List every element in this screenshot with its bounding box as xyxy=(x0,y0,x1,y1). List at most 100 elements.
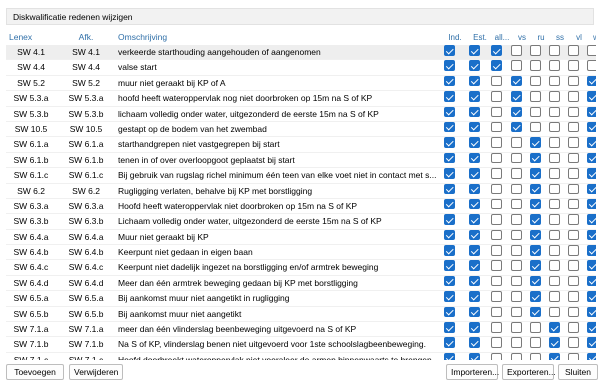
checkbox-ws[interactable] xyxy=(587,152,596,164)
table-row[interactable]: SW 7.1.b SW 7.1.b Na S of KP, vlinderslag … xyxy=(6,337,596,353)
checkbox-ru[interactable] xyxy=(530,214,541,225)
table-row[interactable]: SW 6.2 SW 6.2 Rugligging verlaten, behalve… xyxy=(6,183,596,199)
checkbox-vl[interactable] xyxy=(568,275,579,287)
checkbox-ind[interactable] xyxy=(444,198,455,210)
checkbox-ss[interactable] xyxy=(549,306,560,318)
checkbox-ss[interactable] xyxy=(549,60,560,71)
checkbox-vs[interactable] xyxy=(511,152,522,164)
checkbox-ss[interactable] xyxy=(549,214,560,225)
checkbox-all[interactable] xyxy=(491,152,502,164)
checkbox-ind[interactable] xyxy=(444,183,455,195)
checkbox-all[interactable] xyxy=(491,229,502,241)
checkbox-vl[interactable] xyxy=(568,60,579,71)
checkbox-ind[interactable] xyxy=(444,337,455,348)
column-header-all[interactable]: all... xyxy=(494,30,510,45)
checkbox-ind[interactable] xyxy=(444,306,455,318)
checkbox-ss[interactable] xyxy=(549,106,560,118)
checkbox-est[interactable] xyxy=(469,214,480,225)
checkbox-vl[interactable] xyxy=(568,168,579,179)
checkbox-vl[interactable] xyxy=(568,260,579,271)
checkbox-ws[interactable] xyxy=(587,183,596,195)
checkbox-est[interactable] xyxy=(469,245,480,256)
checkbox-all[interactable] xyxy=(491,337,502,348)
column-header-est[interactable]: Est. xyxy=(472,30,488,45)
checkbox-ws[interactable] xyxy=(587,168,596,179)
checkbox-ind[interactable] xyxy=(444,260,455,271)
table-row[interactable]: SW 6.4.a SW 6.4.a Muur niet geraakt bij KP xyxy=(6,229,596,246)
checkbox-est[interactable] xyxy=(469,291,480,302)
checkbox-ru[interactable] xyxy=(530,337,541,348)
table-row[interactable]: SW 4.1 SW 4.1 verkeerde starthouding aange… xyxy=(6,45,596,61)
table-row[interactable]: SW 5.3.b SW 5.3.b lichaam volledig onder w… xyxy=(6,106,596,122)
checkbox-vl[interactable] xyxy=(568,152,579,164)
checkbox-all[interactable] xyxy=(491,275,502,287)
checkbox-vl[interactable] xyxy=(568,137,579,148)
checkbox-ru[interactable] xyxy=(530,106,541,118)
checkbox-ss[interactable] xyxy=(549,121,560,133)
checkbox-ss[interactable] xyxy=(549,352,560,360)
checkbox-est[interactable] xyxy=(469,275,480,287)
checkbox-all[interactable] xyxy=(491,75,502,87)
checkbox-ru[interactable] xyxy=(530,198,541,210)
checkbox-ss[interactable] xyxy=(549,260,560,271)
checkbox-all[interactable] xyxy=(491,352,502,360)
checkbox-est[interactable] xyxy=(469,60,480,71)
checkbox-ss[interactable] xyxy=(549,137,560,148)
checkbox-ind[interactable] xyxy=(444,275,455,287)
checkbox-vs[interactable] xyxy=(511,245,522,256)
checkbox-vs[interactable] xyxy=(511,91,522,102)
checkbox-ws[interactable] xyxy=(587,75,596,87)
checkbox-vl[interactable] xyxy=(568,229,579,241)
checkbox-est[interactable] xyxy=(469,260,480,271)
checkbox-ws[interactable] xyxy=(587,60,596,71)
checkbox-ind[interactable] xyxy=(444,352,455,360)
checkbox-vl[interactable] xyxy=(568,75,579,87)
checkbox-ss[interactable] xyxy=(549,337,560,348)
checkbox-ss[interactable] xyxy=(549,168,560,179)
table-row[interactable]: SW 10.5 SW 10.5 gestapt op de bodem van he… xyxy=(6,121,596,138)
checkbox-vs[interactable] xyxy=(511,291,522,302)
table-row[interactable]: SW 6.3.b SW 6.3.b Lichaam volledig onder w… xyxy=(6,214,596,230)
checkbox-ru[interactable] xyxy=(530,60,541,71)
checkbox-ss[interactable] xyxy=(549,45,560,56)
checkbox-est[interactable] xyxy=(469,168,480,179)
disqualification-reasons-table[interactable]: Lenex Afk. Omschrijving Ind. Est. all...… xyxy=(6,30,596,360)
checkbox-ws[interactable] xyxy=(587,352,596,360)
checkbox-est[interactable] xyxy=(469,183,480,195)
checkbox-vs[interactable] xyxy=(511,106,522,118)
import-button[interactable]: Importeren... xyxy=(446,364,499,380)
checkbox-ind[interactable] xyxy=(444,60,455,71)
checkbox-vs[interactable] xyxy=(511,260,522,271)
checkbox-ind[interactable] xyxy=(444,322,455,333)
checkbox-ind[interactable] xyxy=(444,106,455,118)
table-row[interactable]: SW 4.4 SW 4.4 valse start xyxy=(6,60,596,76)
checkbox-vl[interactable] xyxy=(568,198,579,210)
column-header-ws[interactable]: ws xyxy=(590,30,596,45)
checkbox-all[interactable] xyxy=(491,198,502,210)
checkbox-vs[interactable] xyxy=(511,121,522,133)
checkbox-ru[interactable] xyxy=(530,260,541,271)
checkbox-ru[interactable] xyxy=(530,229,541,241)
add-button[interactable]: Toevoegen xyxy=(6,364,64,380)
table-row[interactable]: SW 5.3.a SW 5.3.a hoofd heeft wateroppervl… xyxy=(6,91,596,107)
checkbox-ind[interactable] xyxy=(444,152,455,164)
checkbox-ws[interactable] xyxy=(587,91,596,102)
checkbox-ss[interactable] xyxy=(549,198,560,210)
checkbox-vs[interactable] xyxy=(511,198,522,210)
checkbox-all[interactable] xyxy=(491,291,502,302)
checkbox-ind[interactable] xyxy=(444,168,455,179)
checkbox-ru[interactable] xyxy=(530,291,541,302)
checkbox-est[interactable] xyxy=(469,152,480,164)
checkbox-ru[interactable] xyxy=(530,352,541,360)
checkbox-vl[interactable] xyxy=(568,352,579,360)
checkbox-vs[interactable] xyxy=(511,75,522,87)
checkbox-ws[interactable] xyxy=(587,337,596,348)
checkbox-ru[interactable] xyxy=(530,245,541,256)
checkbox-ru[interactable] xyxy=(530,75,541,87)
column-header-omschrijving[interactable]: Omschrijving xyxy=(118,30,443,45)
column-header-ru[interactable]: ru xyxy=(533,30,549,45)
checkbox-all[interactable] xyxy=(491,45,502,56)
checkbox-vs[interactable] xyxy=(511,60,522,71)
checkbox-ws[interactable] xyxy=(587,229,596,241)
checkbox-vl[interactable] xyxy=(568,291,579,302)
